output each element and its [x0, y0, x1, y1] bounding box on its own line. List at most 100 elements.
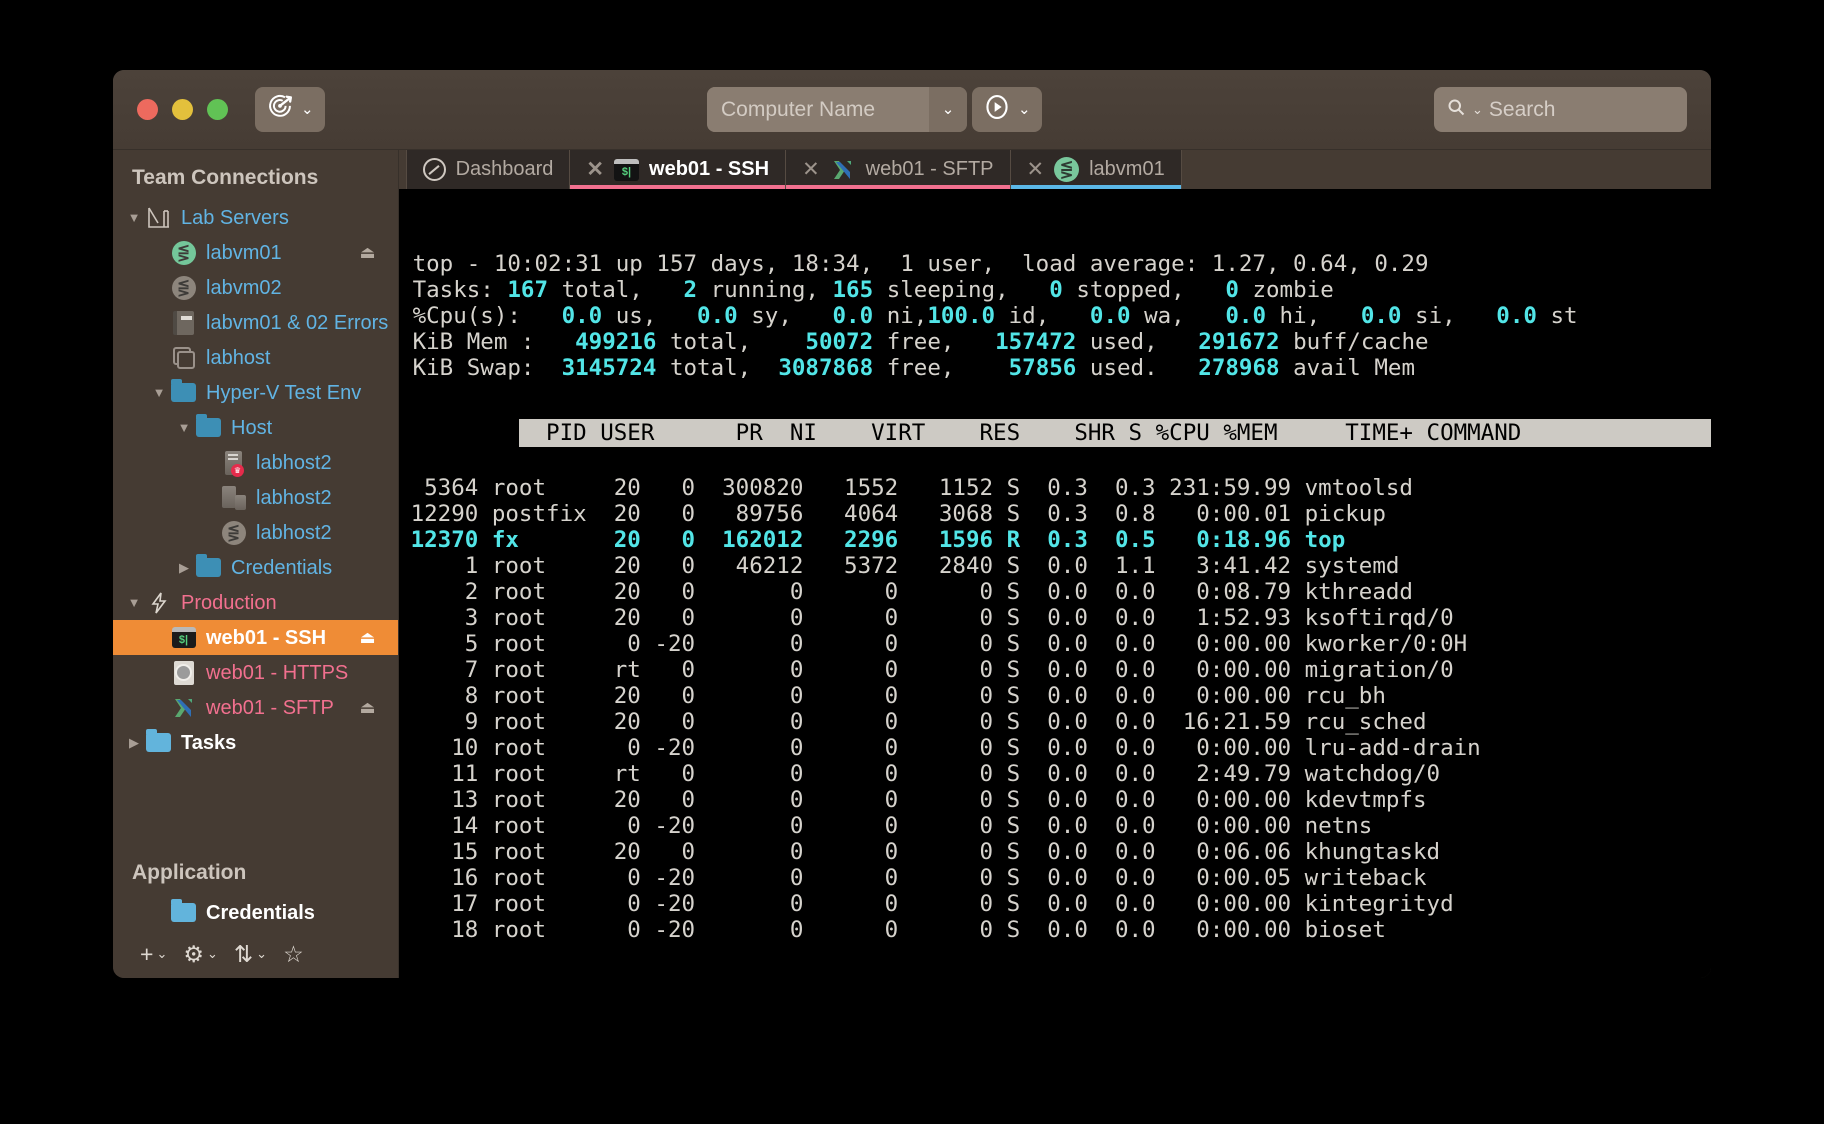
- sidebar-item-label: labvm02: [206, 278, 282, 298]
- connect-run-button[interactable]: ⌄: [972, 87, 1042, 132]
- search-input[interactable]: [1489, 98, 1711, 122]
- computer-name-combobox[interactable]: ⌄: [707, 87, 967, 132]
- settings-icon: ⚙: [183, 941, 204, 968]
- close-icon[interactable]: ✕: [1027, 157, 1045, 182]
- sidebar-item-labvm02[interactable]: ⋚labvm02: [113, 270, 398, 305]
- process-row: 11 root rt 0 0 0 0 S 0.0 0.0 2:49.79 wat…: [411, 761, 1711, 787]
- tab-label: web01 - SFTP: [866, 158, 994, 181]
- sidebar-item-label: labhost: [206, 348, 271, 368]
- sidebar-item-label: Hyper-V Test Env: [206, 383, 361, 403]
- sidebar-item-credentials[interactable]: ▶ Credentials: [113, 550, 398, 585]
- sftp-icon: [170, 696, 197, 720]
- tab-bar[interactable]: Dashboard✕$|web01 - SSH✕web01 - SFTP✕⋚la…: [399, 150, 1711, 189]
- sidebar-item-tasks[interactable]: ▶Tasks: [113, 725, 398, 760]
- terminal-line: top - 10:02:31 up 157 days, 18:34, 1 use…: [413, 251, 1711, 277]
- close-window-button[interactable]: [137, 99, 158, 120]
- close-icon[interactable]: ✕: [586, 157, 604, 182]
- sidebar-item-lab-servers[interactable]: ▼ Lab Servers: [113, 200, 398, 235]
- disconnect-eject-icon[interactable]: ⏏: [360, 698, 376, 718]
- sidebar-item-production[interactable]: ▼Production: [113, 585, 398, 620]
- sidebar-item-web01-ssh[interactable]: $|web01 - SSH⏏: [113, 620, 398, 655]
- radar-scan-button[interactable]: ⌄: [255, 87, 325, 132]
- terminal-line: KiB Swap: 3145724 total, 3087868 free, 5…: [413, 355, 1711, 381]
- chevron-right-icon[interactable]: ▶: [123, 735, 145, 751]
- disconnect-eject-icon[interactable]: ⏏: [360, 243, 376, 263]
- process-row: 8 root 20 0 0 0 0 S 0.0 0.0 0:00.00 rcu_…: [411, 683, 1711, 709]
- add-icon: +: [140, 941, 153, 968]
- computer-name-dropdown-toggle[interactable]: ⌄: [929, 87, 967, 132]
- sidebar-item-host[interactable]: ▼ Host: [113, 410, 398, 445]
- search-scope-chevron-icon[interactable]: ⌄: [1472, 103, 1483, 116]
- process-row: 10 root 0 -20 0 0 0 S 0.0 0.0 0:00.00 lr…: [411, 735, 1711, 761]
- chevron-down-icon: ⌄: [256, 946, 267, 962]
- sidebar-item-labhost2[interactable]: labhost2: [113, 480, 398, 515]
- tab-status-underline: [1011, 185, 1181, 189]
- folder-icon: [195, 416, 222, 440]
- application-tree[interactable]: Credentials: [113, 895, 398, 930]
- server-crown-icon: ♛: [220, 451, 247, 475]
- chevron-down-icon[interactable]: ▼: [173, 420, 195, 435]
- sidebar-item-label: web01 - HTTPS: [206, 663, 348, 683]
- chevron-down-icon[interactable]: ▼: [123, 210, 145, 225]
- document-icon: [170, 661, 197, 685]
- process-table-body: 5364 root 20 0 300820 1552 1152 S 0.3 0.…: [411, 475, 1711, 943]
- sidebar-item-labhost2[interactable]: ♛ labhost2: [113, 445, 398, 480]
- sidebar-item-label: Lab Servers: [181, 208, 289, 228]
- tab-web01-ssh[interactable]: ✕$|web01 - SSH: [569, 150, 786, 189]
- process-row: 3 root 20 0 0 0 0 S 0.0 0.0 1:52.93 ksof…: [411, 605, 1711, 631]
- chevron-down-icon: ⌄: [942, 102, 955, 117]
- sidebar-item-labvm01[interactable]: ⋚labvm01⏏: [113, 235, 398, 270]
- application-window: ⌄ ⌄ ⌄ ⌄: [113, 70, 1711, 978]
- tab-status-underline: [570, 185, 785, 189]
- computer-name-input[interactable]: [707, 87, 929, 132]
- sidebar-item-web01-sftp[interactable]: web01 - SFTP⏏: [113, 690, 398, 725]
- sidebar-item-label: labhost2: [256, 488, 332, 508]
- terminal-line: KiB Mem : 499216 total, 50072 free, 1574…: [413, 329, 1711, 355]
- add-button[interactable]: +⌄: [135, 939, 172, 970]
- sidebar-item-label: Credentials: [231, 558, 332, 578]
- chevron-right-icon[interactable]: ▶: [173, 560, 195, 576]
- sftp-icon: [830, 158, 856, 182]
- sidebar-item-label: labhost2: [256, 523, 332, 543]
- main-split: Team Connections ▼Lab Servers⋚labvm01⏏⋚l…: [113, 150, 1711, 978]
- process-row: 15 root 20 0 0 0 0 S 0.0 0.0 0:06.06 khu…: [411, 839, 1711, 865]
- sort-button[interactable]: ⇅⌄: [229, 939, 272, 970]
- favorite-button[interactable]: ☆: [278, 939, 309, 970]
- tab-status-underline: [786, 185, 1009, 189]
- chevron-down-icon: ⌄: [301, 102, 314, 117]
- terminal-line: %Cpu(s): 0.0 us, 0.0 sy, 0.0 ni,100.0 id…: [413, 303, 1711, 329]
- sidebar-item-label: Credentials: [206, 903, 315, 923]
- connections-tree[interactable]: ▼Lab Servers⋚labvm01⏏⋚labvm02labvm01 & 0…: [113, 200, 398, 845]
- sidebar-item-hyper-v-test-env[interactable]: ▼ Hyper-V Test Env: [113, 375, 398, 410]
- sidebar-item-labhost[interactable]: labhost: [113, 340, 398, 375]
- tab-web01-sftp[interactable]: ✕ web01 - SFTP: [785, 150, 1010, 189]
- sidebar-item-label: labhost2: [256, 453, 332, 473]
- stack-icon: [170, 346, 197, 370]
- sidebar-item-labvm01-02-errors[interactable]: labvm01 & 02 Errors: [113, 305, 398, 340]
- sidebar-item-credentials[interactable]: Credentials: [113, 895, 398, 930]
- terminal-output[interactable]: top - 10:02:31 up 157 days, 18:34, 1 use…: [399, 189, 1711, 978]
- sidebar-item-label: labvm01 & 02 Errors: [206, 313, 388, 333]
- chevron-down-icon[interactable]: ▼: [148, 385, 170, 400]
- chevron-down-icon: ⌄: [1018, 102, 1031, 117]
- tab-label: web01 - SSH: [649, 158, 769, 181]
- disconnect-eject-icon[interactable]: ⏏: [360, 628, 376, 648]
- sidebar-item-label: Host: [231, 418, 272, 438]
- rdp-on-icon: ⋚: [170, 241, 197, 265]
- zoom-window-button[interactable]: [207, 99, 228, 120]
- settings-button[interactable]: ⚙⌄: [178, 939, 223, 970]
- tab-dashboard[interactable]: Dashboard: [406, 150, 571, 189]
- process-row: 5 root 0 -20 0 0 0 S 0.0 0.0 0:00.00 kwo…: [411, 631, 1711, 657]
- sidebar-item-labhost2[interactable]: ⋚labhost2: [113, 515, 398, 550]
- sidebar-item-web01-https[interactable]: web01 - HTTPS: [113, 655, 398, 690]
- radar-icon: [266, 93, 294, 126]
- server-pair-icon: [220, 486, 247, 510]
- title-bar: ⌄ ⌄ ⌄ ⌄: [113, 70, 1711, 150]
- tab-labvm01[interactable]: ✕⋚labvm01: [1010, 150, 1182, 189]
- minimize-window-button[interactable]: [172, 99, 193, 120]
- chevron-down-icon[interactable]: ▼: [123, 595, 145, 610]
- search-box[interactable]: ⌄: [1434, 87, 1687, 132]
- close-icon[interactable]: ✕: [802, 157, 820, 182]
- process-row: 18 root 0 -20 0 0 0 S 0.0 0.0 0:00.00 bi…: [411, 917, 1711, 943]
- process-row: 12290 postfix 20 0 89756 4064 3068 S 0.3…: [411, 501, 1711, 527]
